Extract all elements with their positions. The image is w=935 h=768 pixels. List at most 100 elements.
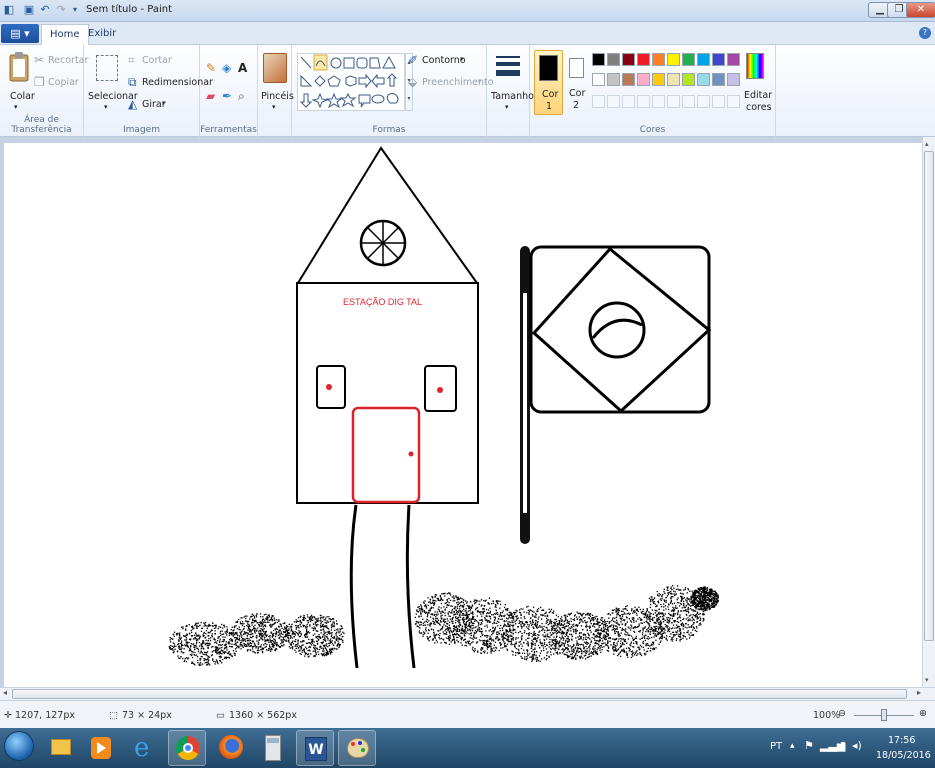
colors-group: Cor 1 Cor 2 Editar cores Cores (530, 45, 776, 137)
cut-button[interactable]: Recortar (48, 55, 88, 66)
file-menu-button[interactable]: ▤ ▾ (1, 24, 39, 43)
scroll-left-icon[interactable]: ◂ (3, 688, 7, 697)
firefox-icon[interactable] (212, 730, 250, 766)
internet-explorer-icon[interactable]: e (126, 730, 164, 766)
palette-swatch[interactable] (637, 53, 650, 66)
palette-swatch[interactable] (682, 73, 695, 86)
palette-empty-slot[interactable] (727, 95, 740, 108)
palette-empty-slot[interactable] (607, 95, 620, 108)
palette-swatch[interactable] (727, 53, 740, 66)
close-icon: ✕ (916, 4, 926, 15)
palette-empty-slot[interactable] (652, 95, 665, 108)
scroll-up-icon[interactable]: ▴ (925, 140, 929, 148)
palette-empty-slot[interactable] (682, 95, 695, 108)
color2-button[interactable]: Cor 2 (566, 50, 588, 115)
help-icon[interactable]: ? (919, 27, 931, 39)
palette-swatch[interactable] (712, 73, 725, 86)
media-player-icon[interactable] (82, 730, 120, 766)
redo-icon[interactable]: ↷ (54, 3, 68, 17)
text-icon[interactable]: A (238, 61, 247, 75)
volume-icon[interactable]: ◂) (852, 739, 862, 752)
scroll-down-icon[interactable]: ▾ (925, 676, 929, 684)
save-icon[interactable]: ▣ (22, 3, 36, 17)
copy-button[interactable]: Copiar (48, 77, 79, 88)
crop-button[interactable]: Cortar (142, 55, 172, 66)
size-icon[interactable] (496, 53, 520, 83)
show-hidden-icons-icon[interactable]: ▴ (790, 741, 795, 751)
vertical-scroll-thumb[interactable] (924, 151, 934, 641)
tab-exibir[interactable]: Exibir (80, 24, 124, 45)
brushes-button[interactable]: Pincéis (261, 91, 294, 102)
language-indicator[interactable]: PT (770, 741, 782, 752)
palette-swatch[interactable] (607, 73, 620, 86)
horizontal-scrollbar[interactable]: ◂ ▸ (0, 687, 935, 700)
fill-icon[interactable]: ◈ (222, 61, 231, 75)
select-icon[interactable] (96, 55, 118, 81)
customize-icon[interactable]: ▾ (68, 3, 82, 17)
edit-colors-line1[interactable]: Editar (744, 90, 772, 101)
palette-empty-slot[interactable] (667, 95, 680, 108)
palette-swatch[interactable] (697, 53, 710, 66)
horizontal-scroll-thumb[interactable] (12, 689, 907, 699)
clock-time[interactable]: 17:56 (888, 735, 915, 746)
zoom-out-icon[interactable]: ⊖ (838, 708, 846, 719)
palette-swatch[interactable] (622, 53, 635, 66)
flagpole (520, 246, 530, 544)
palette-swatch[interactable] (727, 73, 740, 86)
eraser-icon[interactable]: ▰ (206, 89, 215, 103)
size-button[interactable]: Tamanho (491, 91, 534, 102)
windows-start-icon[interactable] (4, 731, 34, 761)
palette-empty-slot[interactable] (712, 95, 725, 108)
close-button[interactable]: ✕ (906, 2, 935, 18)
colors-group-label: Cores (639, 125, 666, 135)
drawing-canvas[interactable]: ESTAÇÃO DIG TAL (4, 143, 922, 687)
palette-empty-slot[interactable] (592, 95, 605, 108)
palette-swatch[interactable] (667, 73, 680, 86)
color1-button[interactable]: Cor 1 (534, 50, 563, 115)
edit-colors-line2[interactable]: cores (746, 102, 772, 113)
paste-button[interactable] (7, 51, 31, 87)
file-explorer-icon[interactable] (42, 730, 80, 766)
palette-empty-slot[interactable] (637, 95, 650, 108)
palette-swatch[interactable] (697, 73, 710, 86)
left-window-dot (326, 384, 332, 390)
calculator-icon[interactable] (254, 730, 292, 766)
palette-swatch[interactable] (622, 73, 635, 86)
palette-swatch[interactable] (652, 73, 665, 86)
action-center-flag-icon[interactable]: ⚑ (804, 739, 814, 752)
color2-label-line2: 2 (573, 100, 580, 111)
color2-label-line1: Cor (569, 88, 586, 99)
color1-label-line2: 1 (546, 101, 553, 112)
undo-icon[interactable]: ↶ (38, 3, 52, 17)
chrome-icon[interactable] (168, 730, 206, 766)
battery-icon[interactable]: ▮ (840, 739, 846, 752)
edit-colors-icon[interactable] (746, 53, 764, 79)
status-bar: ✛ 1207, 127px ⬚ 73 × 24px ▭ 1360 × 562px… (0, 700, 935, 728)
palette-swatch[interactable] (607, 53, 620, 66)
palette-empty-slot[interactable] (622, 95, 635, 108)
palette-swatch[interactable] (682, 53, 695, 66)
paint-app-icon[interactable]: ◧ (2, 3, 16, 17)
color-picker-icon[interactable]: ✒ (222, 89, 232, 103)
pencil-icon[interactable]: ✎ (206, 61, 216, 75)
palette-swatch[interactable] (637, 73, 650, 86)
fill-button[interactable]: Preenchimento (422, 77, 494, 88)
magnifier-icon[interactable]: ⌕ (238, 89, 245, 103)
paint-icon[interactable] (338, 730, 376, 766)
vertical-scrollbar[interactable]: ▴ ▾ (922, 137, 935, 687)
palette-swatch[interactable] (667, 53, 680, 66)
clock-date[interactable]: 18/05/2016 (876, 750, 931, 761)
shapes-gallery[interactable] (297, 53, 405, 111)
path-left-edge (349, 504, 359, 669)
palette-swatch[interactable] (712, 53, 725, 66)
palette-swatch[interactable] (592, 53, 605, 66)
zoom-slider-thumb[interactable] (881, 709, 887, 721)
palette-swatch[interactable] (652, 53, 665, 66)
scroll-right-icon[interactable]: ▸ (917, 688, 921, 697)
zoom-in-icon[interactable]: ⊕ (919, 708, 927, 719)
word-icon[interactable]: W (296, 730, 334, 766)
palette-empty-slot[interactable] (697, 95, 710, 108)
brush-icon[interactable] (263, 53, 287, 83)
palette-swatch[interactable] (592, 73, 605, 86)
canvas-area: ESTAÇÃO DIG TAL (0, 137, 935, 687)
